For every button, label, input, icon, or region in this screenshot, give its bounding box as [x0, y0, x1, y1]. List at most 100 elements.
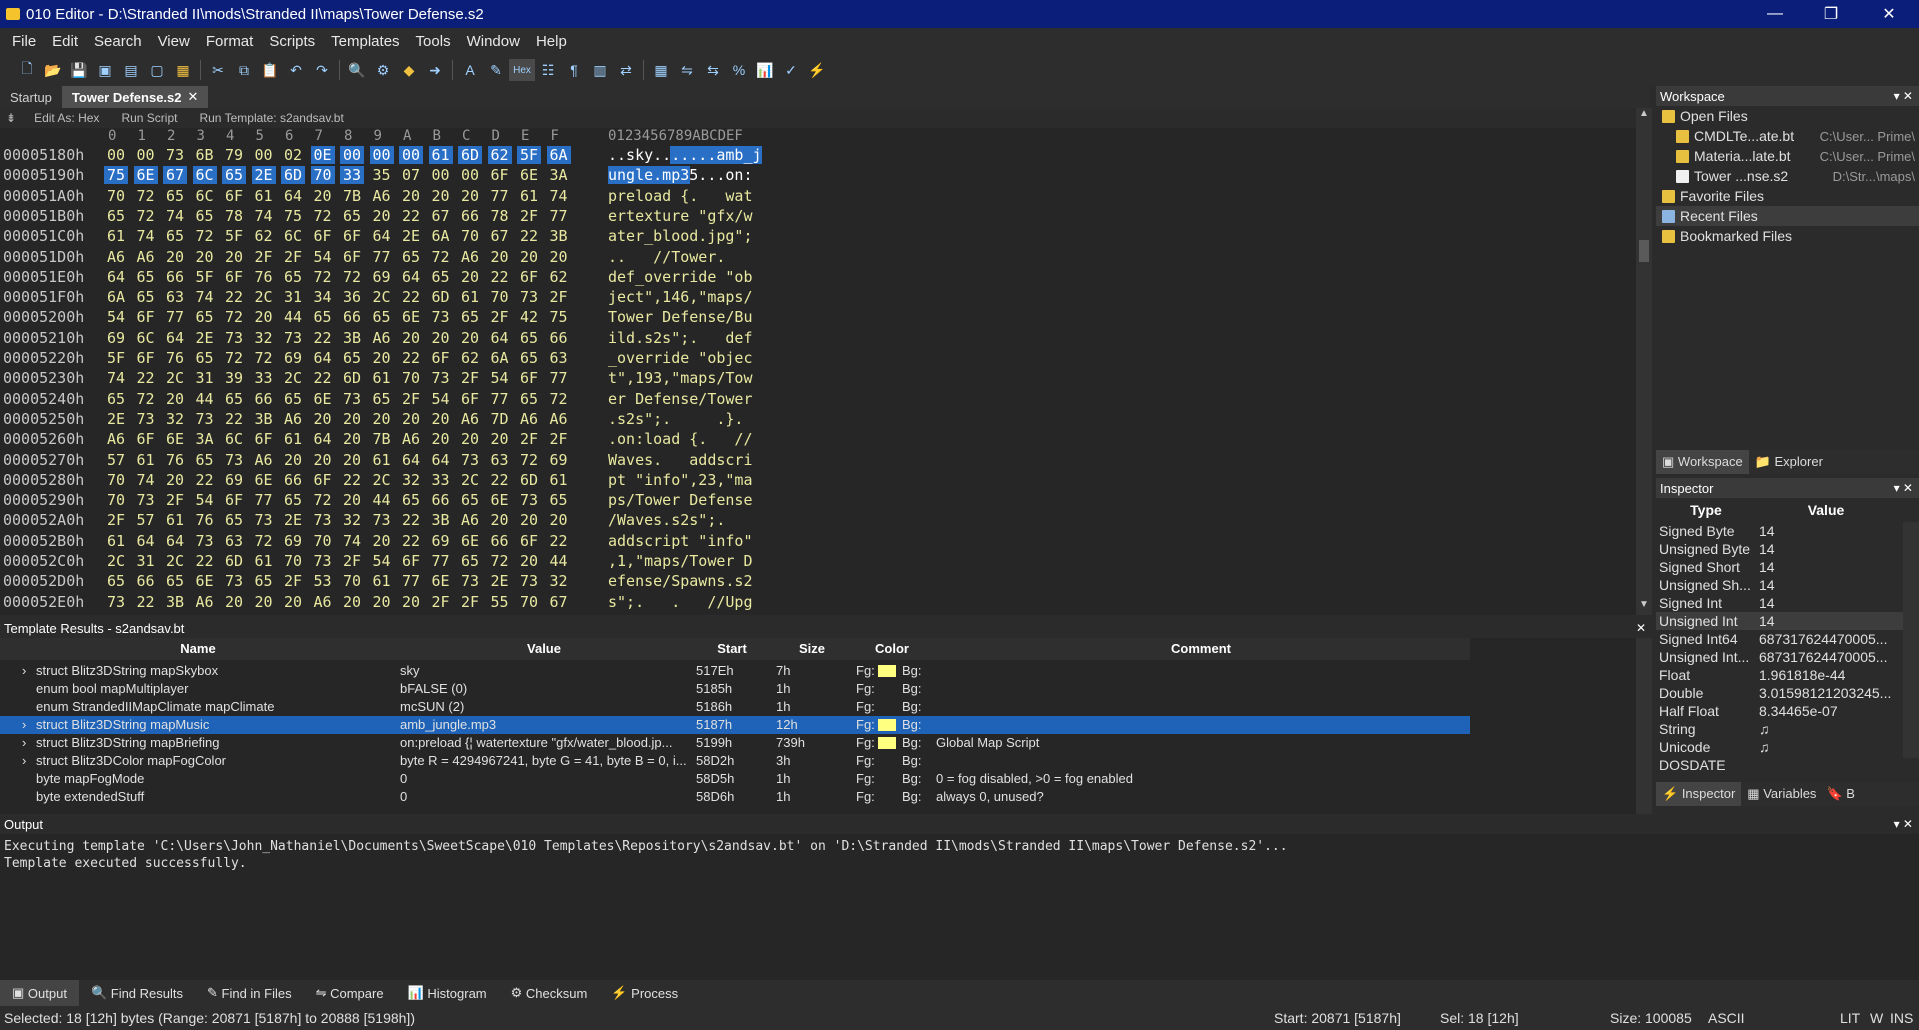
run-script-dropdown[interactable]: Run Script — [121, 111, 177, 125]
hex-byte[interactable]: 77 — [399, 572, 423, 590]
hex-byte[interactable]: 20 — [340, 430, 364, 448]
tab-find-in-files[interactable]: ✎ Find in Files — [195, 980, 304, 1006]
hex-byte[interactable]: 72 — [104, 613, 128, 615]
split-icon[interactable]: ▥ — [587, 59, 613, 81]
size-header[interactable]: Size — [772, 641, 852, 656]
hex-byte[interactable]: 7B — [370, 430, 394, 448]
value-header[interactable]: Value — [396, 641, 692, 656]
hex-byte[interactable]: 20 — [370, 593, 394, 611]
hex-byte[interactable]: 2F — [517, 207, 541, 225]
hex-mode-button[interactable]: Hex — [509, 59, 535, 81]
close-tab-icon[interactable]: ✕ — [188, 89, 199, 105]
hex-byte[interactable]: 64 — [399, 268, 423, 286]
hex-byte[interactable]: 6F — [429, 349, 453, 367]
hex-byte[interactable]: 6C — [193, 187, 217, 205]
hex-byte[interactable]: 7D — [488, 410, 512, 428]
hex-byte[interactable]: 20 — [517, 552, 541, 570]
hex-byte[interactable]: 65 — [370, 308, 394, 326]
undo-icon[interactable]: ↶ — [283, 59, 309, 81]
hex-editor[interactable]: 0 1 2 3 4 5 6 7 8 9 A B C D E F 0123456789ABCDEF 0000518… — [0, 128, 1636, 615]
hex-byte[interactable]: 20 — [458, 329, 482, 347]
hex-byte[interactable]: 64 — [134, 532, 158, 550]
table-row[interactable]: byte mapFogMode 0 58D5h 1h Fg: Bg: 0 = fog dis… — [0, 770, 1470, 788]
hex-byte[interactable]: 65 — [104, 207, 128, 225]
hex-byte[interactable]: 3A — [193, 430, 217, 448]
close-output-icon[interactable]: ▾ ✕ — [1894, 817, 1913, 831]
hex-byte[interactable]: 74 — [104, 369, 128, 387]
hex-byte[interactable]: 22 — [399, 288, 423, 306]
hex-byte[interactable]: 54 — [193, 491, 217, 509]
hex-byte[interactable]: 2F — [429, 593, 453, 611]
hex-byte[interactable]: 6C — [222, 430, 246, 448]
hex-byte[interactable]: 20 — [517, 511, 541, 529]
hex-byte[interactable]: 66 — [458, 207, 482, 225]
paragraph-icon[interactable]: ¶ — [561, 59, 587, 81]
hex-byte[interactable]: 65 — [222, 390, 246, 408]
hex-byte[interactable]: 33 — [252, 369, 276, 387]
hex-byte[interactable]: 61 — [252, 552, 276, 570]
hex-byte[interactable]: 73 — [193, 410, 217, 428]
hex-byte[interactable]: 55 — [488, 593, 512, 611]
hex-byte[interactable]: A6 — [252, 451, 276, 469]
hex-byte[interactable]: 70 — [104, 491, 128, 509]
hex-byte[interactable]: 66 — [163, 268, 187, 286]
hex-byte[interactable]: 64 — [429, 451, 453, 469]
hex-byte[interactable]: 20 — [458, 187, 482, 205]
hex-byte[interactable]: 65 — [399, 491, 423, 509]
hex-byte[interactable]: 70 — [311, 532, 335, 550]
inspector-row[interactable]: DOSDATE — [1656, 756, 1903, 774]
hex-byte[interactable]: 6F — [222, 187, 246, 205]
hex-byte[interactable]: 6E — [517, 166, 541, 184]
hex-byte[interactable]: 2F — [104, 511, 128, 529]
hex-byte[interactable]: 53 — [311, 572, 335, 590]
menu-search[interactable]: Search — [86, 33, 150, 50]
hex-byte[interactable]: 73 — [134, 491, 158, 509]
hex-byte[interactable]: 65 — [311, 308, 335, 326]
hex-byte[interactable]: 73 — [134, 410, 158, 428]
hex-byte[interactable]: 6F — [134, 349, 158, 367]
hex-byte[interactable]: 74 — [547, 187, 571, 205]
hex-byte[interactable]: 2C — [370, 471, 394, 489]
hex-byte[interactable]: 39 — [222, 369, 246, 387]
redo-icon[interactable]: ↷ — [309, 59, 335, 81]
hex-byte[interactable]: 64 — [163, 613, 187, 615]
hex-byte[interactable]: 00 — [134, 146, 158, 164]
hex-byte[interactable]: 65 — [340, 349, 364, 367]
hex-byte[interactable]: 64 — [163, 532, 187, 550]
ascii-text[interactable]: preload {. wat — [608, 187, 753, 205]
hex-byte[interactable]: 65 — [134, 268, 158, 286]
hex-byte[interactable]: 2C — [163, 369, 187, 387]
hex-byte[interactable]: 63 — [488, 451, 512, 469]
calculator-icon[interactable]: ▦ — [648, 59, 674, 81]
name-header[interactable]: Name — [0, 641, 396, 656]
hex-byte[interactable]: 2E — [281, 511, 305, 529]
ascii-text[interactable]: efense/Spawns.s2 — [608, 572, 753, 590]
hex-byte[interactable]: 73 — [104, 593, 128, 611]
hex-byte[interactable]: 3B — [163, 593, 187, 611]
hex-byte[interactable]: 61 — [370, 451, 394, 469]
inspector-row[interactable]: Double 3.01598121203245... — [1656, 684, 1903, 702]
new-file-icon[interactable]: 🗋 — [14, 59, 40, 81]
menu-view[interactable]: View — [150, 33, 198, 50]
inspector-row[interactable]: Unsigned Int... 687317624470005... — [1656, 648, 1903, 666]
tab-compare[interactable]: ⇋ Compare — [304, 980, 396, 1006]
tab-bookmarks[interactable]: 🔖 B — [1822, 782, 1858, 806]
inspector-row[interactable]: Unsigned Byte 14 — [1656, 540, 1903, 558]
hex-byte[interactable]: 6A — [488, 349, 512, 367]
hex-byte[interactable]: 6F — [134, 430, 158, 448]
ascii-text[interactable]: s";. . //Upg — [608, 593, 753, 611]
hex-byte[interactable]: 6E — [193, 572, 217, 590]
hex-byte[interactable]: 22 — [399, 349, 423, 367]
hex-byte[interactable]: 77 — [547, 207, 571, 225]
ascii-text[interactable]: addscript "info" — [608, 532, 753, 550]
hex-byte[interactable]: 61 — [281, 430, 305, 448]
hex-byte[interactable]: 72 — [311, 491, 335, 509]
hex-byte[interactable]: 5F — [222, 227, 246, 245]
hex-byte[interactable]: 64 — [399, 451, 423, 469]
hex-byte[interactable]: 32 — [252, 329, 276, 347]
hex-byte[interactable]: 61 — [104, 227, 128, 245]
inspector-row[interactable]: Unsigned Sh... 14 — [1656, 576, 1903, 594]
hex-byte[interactable]: 65 — [193, 349, 217, 367]
minimize-button[interactable]: — — [1747, 0, 1803, 28]
hex-byte[interactable]: 70 — [104, 187, 128, 205]
